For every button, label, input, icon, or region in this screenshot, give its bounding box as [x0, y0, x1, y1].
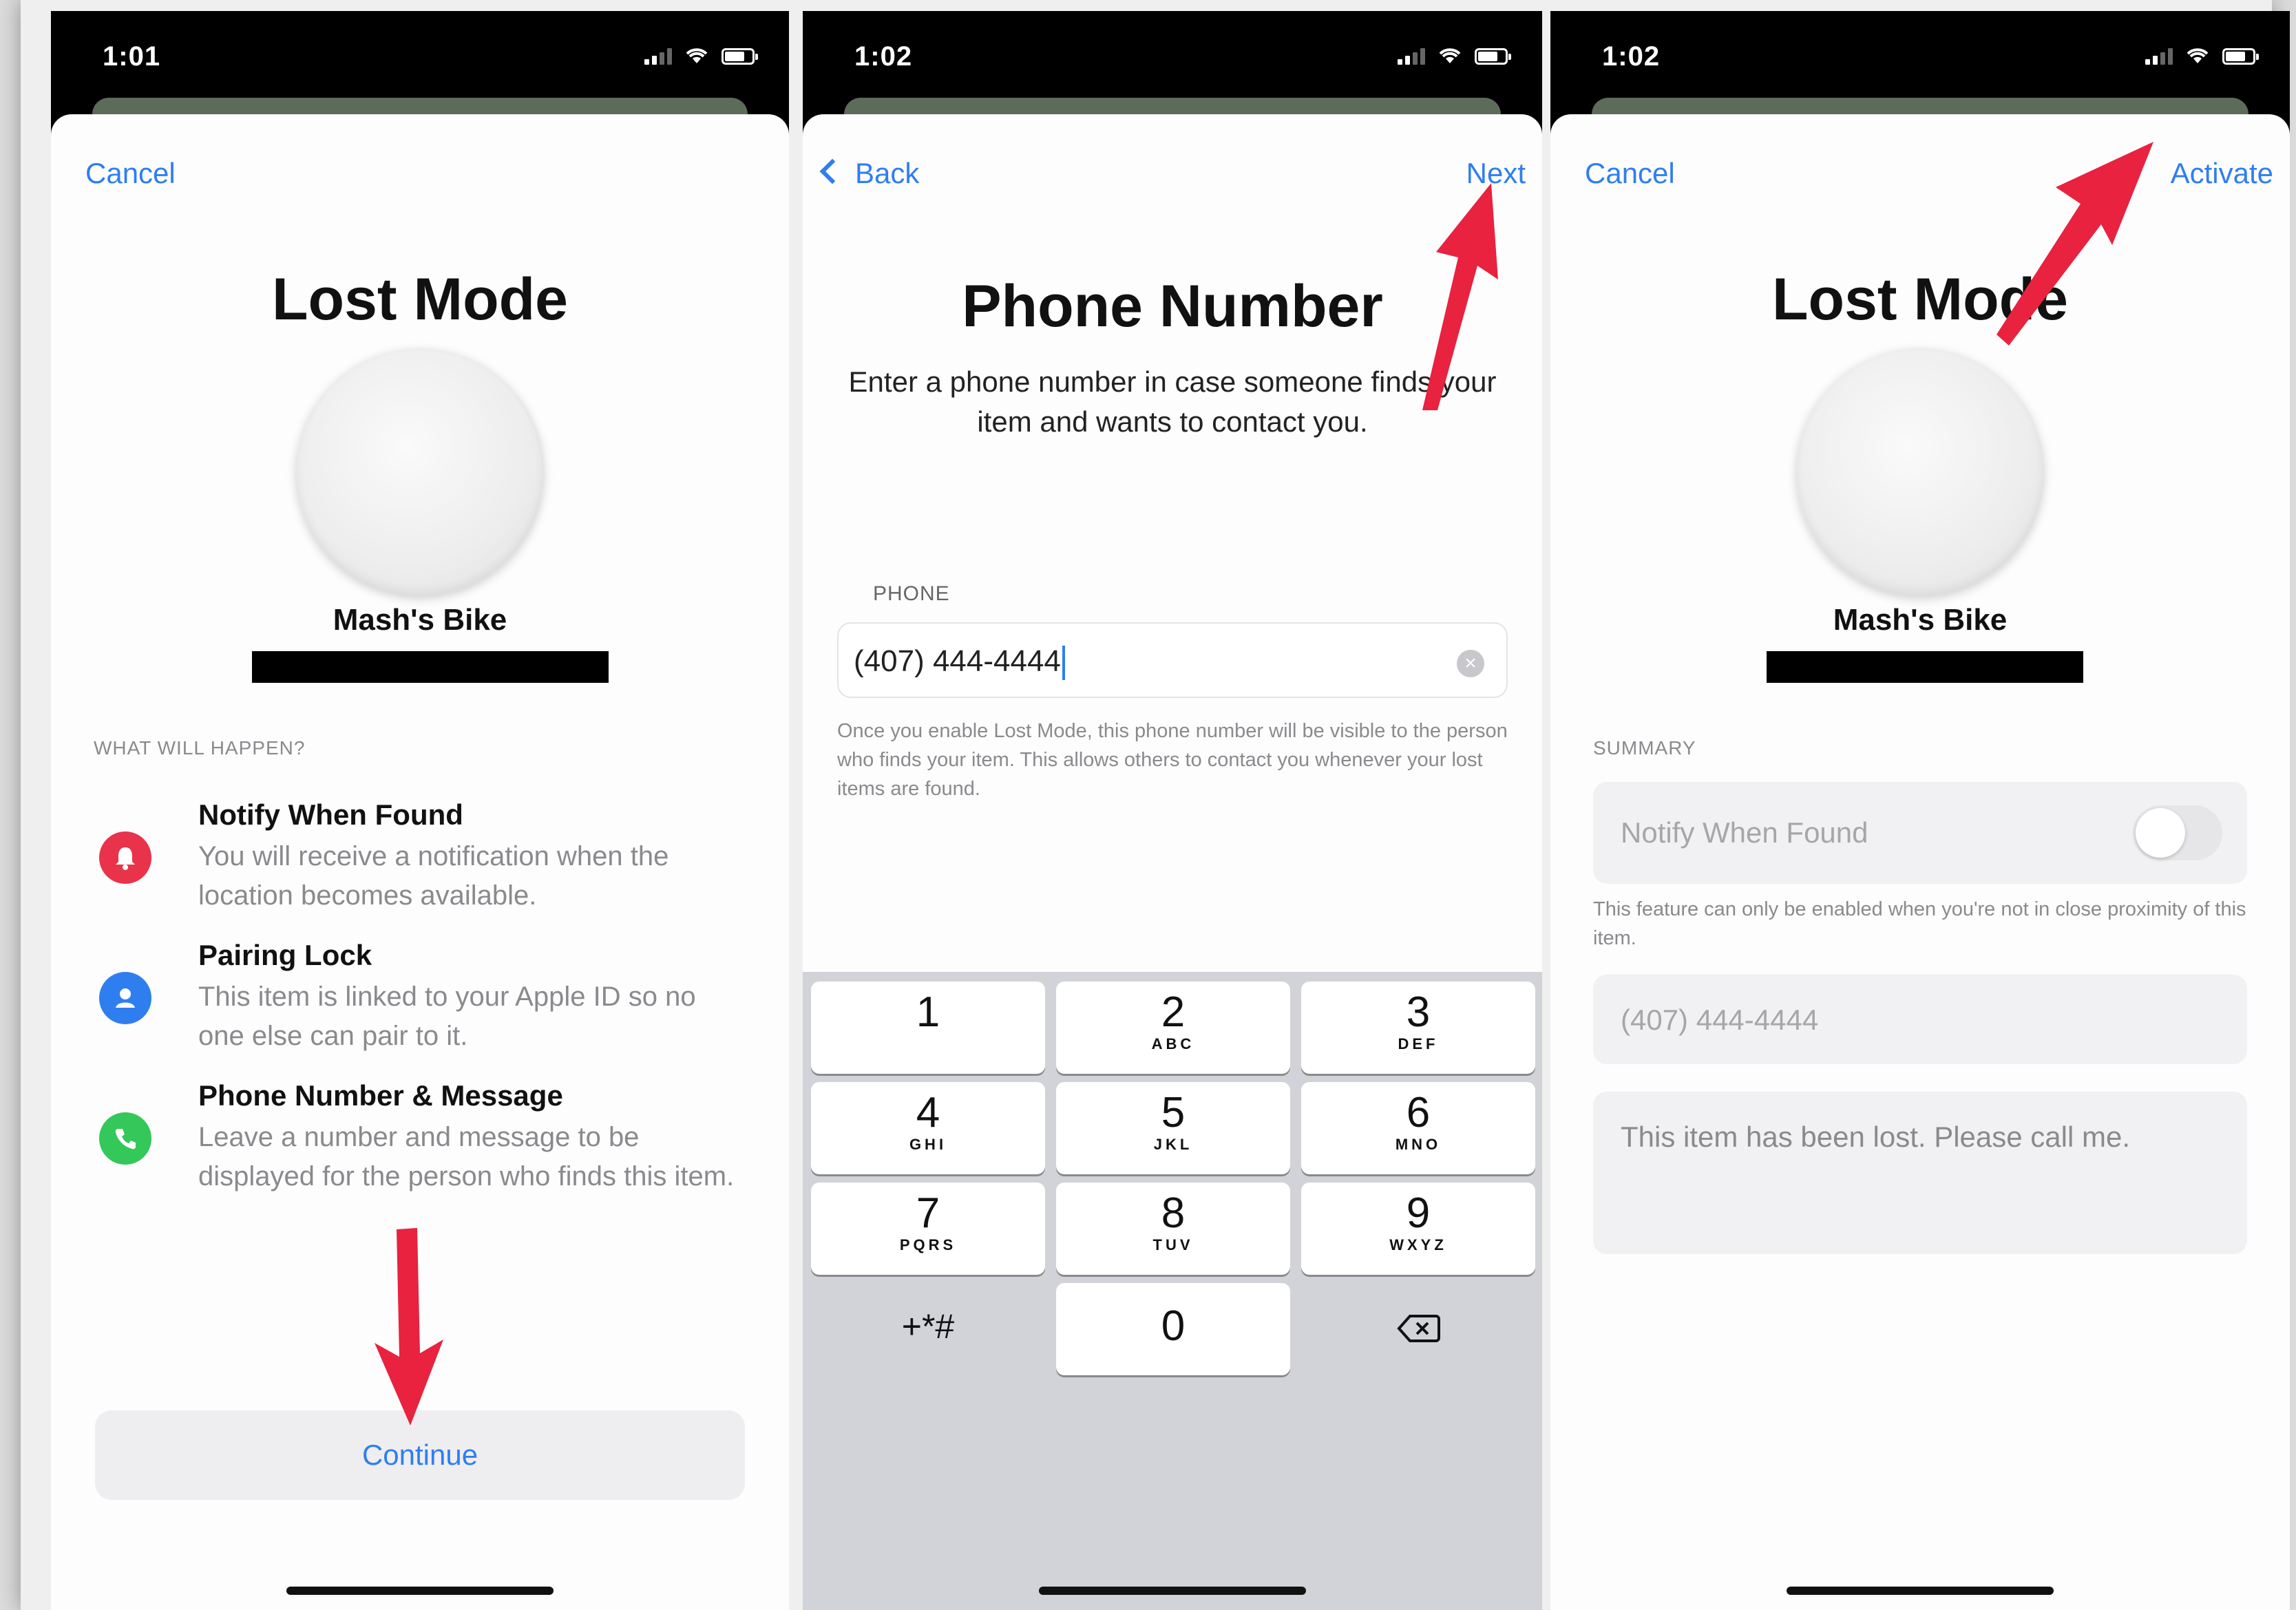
back-label: Back	[855, 157, 920, 189]
person-icon	[99, 972, 151, 1024]
feature-title: Pairing Lock	[198, 939, 372, 971]
bell-icon	[99, 832, 151, 884]
activate-button[interactable]: Activate	[2171, 157, 2273, 190]
section-label: WHAT WILL HAPPEN?	[94, 737, 306, 759]
feature-title: Phone Number & Message	[198, 1079, 563, 1112]
phone-number-value: (407) 444-4444	[1621, 1004, 1819, 1036]
key-2[interactable]: 2 ABC	[1056, 982, 1290, 1074]
phone-input-value: (407) 444-4444	[854, 644, 1065, 681]
signal-icon	[644, 48, 672, 65]
item-name: Mash's Bike	[333, 603, 507, 637]
page-title: Lost Mode	[1772, 266, 2068, 332]
home-indicator	[286, 1587, 554, 1595]
status-icons	[644, 47, 758, 65]
feature-title: Notify When Found	[198, 798, 463, 831]
message-field[interactable]: This item has been lost. Please call me.	[1593, 1092, 2247, 1254]
status-time: 1:01	[103, 41, 161, 72]
status-bar: 1:02	[803, 11, 1542, 100]
airtag-image	[296, 348, 544, 596]
phone-hint: Once you enable Lost Mode, this phone nu…	[837, 720, 1508, 800]
next-button[interactable]: Next	[1466, 157, 1526, 190]
status-icons	[1398, 47, 1511, 65]
status-bar: 1:01	[51, 11, 789, 100]
wifi-icon	[2187, 48, 2209, 63]
phone-field-label: PHONE	[873, 582, 950, 605]
modal-sheet: Cancel Activate Lost Mode Mash's Bike SU…	[1550, 114, 2290, 1610]
notify-toggle[interactable]	[2133, 805, 2222, 860]
text-caret	[1062, 646, 1065, 681]
airtag-image	[1796, 348, 2044, 596]
signal-icon	[2145, 48, 2173, 65]
phone-number-screen: 1:02 Back Next Phone Number Enter a phon…	[803, 11, 1542, 1610]
key-9[interactable]: 9 WXYZ	[1301, 1183, 1535, 1275]
key-3[interactable]: 3 DEF	[1301, 982, 1535, 1074]
redaction-bar	[1767, 651, 2083, 683]
clear-icon[interactable]: ×	[1457, 650, 1484, 677]
key-1[interactable]: 1	[811, 982, 1045, 1074]
signal-icon	[1398, 48, 1425, 65]
lost-mode-summary-screen: 1:02 Cancel Activate Lost Mode Mash's Bi…	[1550, 11, 2290, 1610]
feature-notify: Notify When Found You will receive a not…	[99, 798, 761, 929]
page-subtitle: Enter a phone number in case someone fin…	[848, 366, 1497, 438]
notify-hint: This feature can only be enabled when yo…	[1593, 898, 2246, 949]
key-0[interactable]: 0	[1056, 1283, 1290, 1375]
battery-icon	[722, 48, 758, 65]
key-6[interactable]: 6 MNO	[1301, 1082, 1535, 1174]
wifi-icon	[1439, 48, 1461, 63]
key-7[interactable]: 7 PQRS	[811, 1183, 1045, 1275]
backspace-icon	[1397, 1315, 1440, 1342]
key-4[interactable]: 4 GHI	[811, 1082, 1045, 1174]
home-indicator	[1039, 1587, 1306, 1595]
feature-pairing-lock: Pairing Lock This item is linked to your…	[99, 939, 761, 1070]
wifi-icon	[686, 48, 708, 63]
message-value: This item has been lost. Please call me.	[1621, 1121, 2131, 1153]
battery-icon	[2222, 48, 2259, 65]
feature-description: You will receive a notification when the…	[198, 841, 669, 911]
cancel-button[interactable]: Cancel	[1585, 157, 1675, 190]
phone-number-field[interactable]: (407) 444-4444	[1593, 975, 2247, 1064]
notify-when-found-row: Notify When Found	[1593, 782, 2247, 884]
continue-button[interactable]: Continue	[95, 1410, 745, 1500]
page-title: Lost Mode	[272, 266, 568, 332]
home-indicator	[1787, 1587, 2054, 1595]
status-time: 1:02	[854, 41, 913, 72]
lost-mode-intro-screen: 1:01 Cancel Lost Mode Mash's Bike WHAT W…	[51, 11, 789, 1610]
phone-input[interactable]: (407) 444-4444 ×	[837, 622, 1508, 698]
redaction-bar	[252, 651, 609, 683]
backspace-key[interactable]	[1301, 1283, 1535, 1375]
key-8[interactable]: 8 TUV	[1056, 1183, 1290, 1275]
notify-label: Notify When Found	[1621, 816, 1868, 849]
feature-description: This item is linked to your Apple ID so …	[198, 982, 696, 1051]
chevron-left-icon	[819, 158, 845, 184]
modal-sheet: Cancel Lost Mode Mash's Bike WHAT WILL H…	[51, 114, 789, 1610]
page-title: Phone Number	[962, 273, 1383, 339]
cancel-button[interactable]: Cancel	[85, 157, 176, 190]
battery-icon	[1475, 48, 1511, 65]
phone-icon	[99, 1112, 151, 1165]
status-time: 1:02	[1602, 41, 1661, 72]
status-bar: 1:02	[1550, 11, 2290, 100]
section-label: SUMMARY	[1593, 737, 1696, 759]
status-icons	[2145, 47, 2259, 65]
screenshot-frame: 1:01 Cancel Lost Mode Mash's Bike WHAT W…	[21, 0, 2290, 1610]
feature-description: Leave a number and message to be display…	[198, 1122, 735, 1191]
feature-phone-message: Phone Number & Message Leave a number an…	[99, 1079, 761, 1251]
item-name: Mash's Bike	[1833, 603, 2008, 637]
back-button[interactable]: Back	[819, 157, 920, 190]
numeric-keypad: 1 2 ABC 3 DEF 4 GHI 5 JKL 6 MNO 7 PQRS 8 TUV 9W…	[803, 972, 1542, 1610]
key-symbols[interactable]: +*#	[811, 1283, 1045, 1375]
key-5[interactable]: 5 JKL	[1056, 1082, 1290, 1174]
